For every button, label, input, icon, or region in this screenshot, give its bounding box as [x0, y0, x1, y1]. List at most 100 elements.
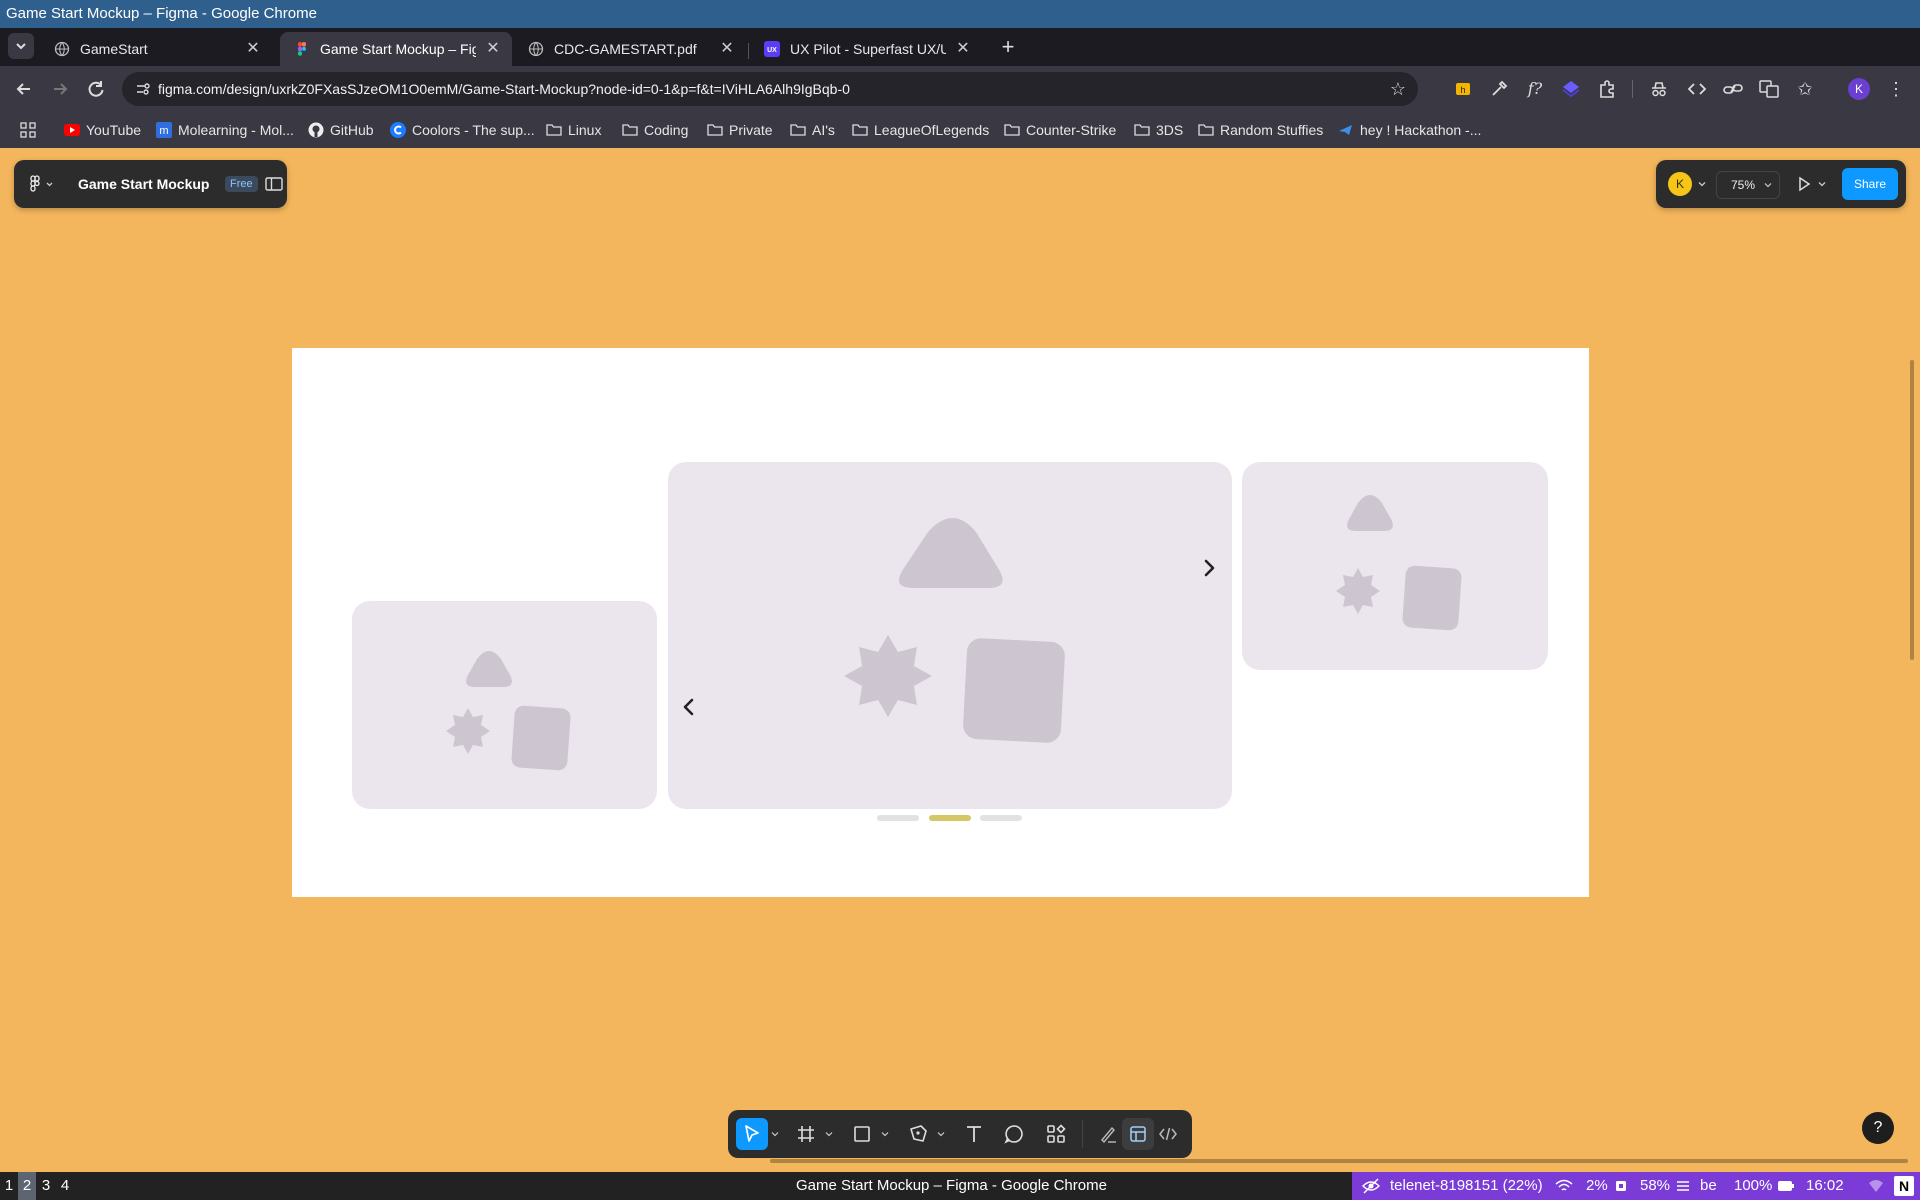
bookmark-folder-private[interactable]: Private — [707, 120, 773, 140]
address-bar[interactable]: figma.com/design/uxrkZ0FXasSJzeOM1O0emM/… — [122, 72, 1418, 106]
eyedropper-icon[interactable] — [1488, 78, 1510, 100]
extension-icon[interactable]: h — [1452, 78, 1474, 100]
browser-menu-button[interactable]: ⋮ — [1884, 77, 1908, 101]
arrow-right-icon — [54, 83, 68, 95]
bookmark-folder-ais[interactable]: AI's — [790, 120, 835, 140]
horizontal-scrollbar[interactable] — [770, 1159, 1908, 1163]
game-start-frame[interactable] — [292, 348, 1589, 897]
previous-slide-button[interactable] — [678, 696, 700, 718]
dev-mode-button[interactable] — [1152, 1118, 1184, 1150]
chevron-down-icon[interactable] — [824, 1129, 834, 1139]
incognito-icon[interactable] — [1648, 78, 1670, 100]
close-icon[interactable]: ✕ — [244, 40, 262, 58]
close-icon[interactable]: ✕ — [954, 40, 972, 58]
forward-button[interactable] — [46, 75, 74, 103]
chevron-down-icon[interactable] — [936, 1129, 946, 1139]
bookmark-folder-random-stuffies[interactable]: Random Stuffies — [1198, 120, 1323, 140]
workspace-4[interactable]: 4 — [56, 1172, 74, 1200]
bookmark-github[interactable]: GitHub — [308, 120, 374, 140]
chevron-down-icon — [1764, 183, 1772, 188]
folder-icon — [1134, 122, 1150, 138]
tab-gamestart[interactable]: GameStart ✕ — [40, 32, 272, 66]
bookmark-folder-coding[interactable]: Coding — [622, 120, 688, 140]
user-initial: K — [1675, 177, 1684, 191]
carousel-dot[interactable] — [980, 815, 1022, 821]
font-icon[interactable]: f? — [1524, 78, 1546, 100]
tab-strip: GameStart ✕ Game Start Mockup – Figma ✕ … — [0, 28, 1920, 66]
bookmark-folder-3ds[interactable]: 3DS — [1134, 120, 1183, 140]
bookmark-folder-linux[interactable]: Linux — [546, 120, 601, 140]
folder-icon — [790, 122, 806, 138]
move-tool-button[interactable] — [736, 1118, 768, 1150]
chevron-down-icon[interactable] — [880, 1129, 890, 1139]
window-title-bar: Game Start Mockup – Figma - Google Chrom… — [0, 0, 1920, 28]
keyboard-layout[interactable]: be — [1700, 1172, 1717, 1200]
network-status[interactable]: telenet-8198151 (22%) — [1390, 1172, 1543, 1200]
tab-pdf[interactable]: CDC-GAMESTART.pdf ✕ — [514, 32, 746, 66]
view-controls-panel: K 75% Share — [1656, 160, 1906, 208]
main-menu-button[interactable] — [28, 174, 56, 194]
new-tab-button[interactable]: + — [994, 34, 1022, 62]
present-button[interactable] — [1794, 174, 1814, 194]
carousel-card-current[interactable] — [668, 462, 1232, 809]
rectangle-icon — [854, 1126, 870, 1142]
file-name[interactable]: Game Start Mockup — [78, 176, 209, 192]
reload-button[interactable] — [82, 75, 110, 103]
vertical-scrollbar[interactable] — [1910, 360, 1914, 660]
pen-tool-button[interactable] — [902, 1118, 934, 1150]
zoom-dropdown[interactable]: 75% — [1716, 171, 1780, 199]
shape-tool-button[interactable] — [846, 1118, 878, 1150]
design-mode-button[interactable] — [1122, 1118, 1154, 1150]
bookmark-label: GitHub — [330, 122, 374, 138]
comment-tool-button[interactable] — [998, 1118, 1030, 1150]
bookmark-folder-counter-strike[interactable]: Counter-Strike — [1004, 120, 1116, 140]
workspace-2[interactable]: 2 — [18, 1172, 36, 1200]
text-tool-button[interactable] — [958, 1118, 990, 1150]
bookmark-youtube[interactable]: YouTube — [64, 120, 141, 140]
github-icon — [308, 122, 324, 138]
image-placeholder-icon — [844, 518, 1065, 743]
apps-button[interactable] — [20, 120, 36, 140]
frame-icon — [798, 1126, 814, 1142]
star-extension-icon[interactable]: ✩ — [1794, 78, 1816, 100]
user-avatar[interactable]: K — [1668, 172, 1692, 196]
bookmark-hackathon[interactable]: hey ! Hackathon -... — [1338, 120, 1481, 140]
chevron-down-icon[interactable] — [770, 1129, 780, 1139]
share-button[interactable]: Share — [1842, 168, 1898, 200]
extensions-puzzle-icon[interactable] — [1596, 78, 1618, 100]
eye-off-icon[interactable] — [1362, 1178, 1380, 1194]
carousel-dot-active[interactable] — [929, 815, 971, 821]
carousel-card-next[interactable] — [1242, 462, 1548, 670]
workspace-1[interactable]: 1 — [0, 1172, 18, 1200]
carousel-dot[interactable] — [877, 815, 919, 821]
chevron-down-icon[interactable] — [1696, 178, 1708, 190]
link-icon[interactable] — [1722, 78, 1744, 100]
url-text: figma.com/design/uxrkZ0FXasSJzeOM1O0emM/… — [158, 81, 850, 97]
workspace-3[interactable]: 3 — [37, 1172, 55, 1200]
help-button[interactable]: ? — [1862, 1112, 1894, 1144]
translate-icon[interactable] — [1758, 78, 1780, 100]
figma-icon — [298, 42, 306, 56]
toggle-sidebar-button[interactable] — [264, 174, 284, 194]
tab-figma[interactable]: Game Start Mockup – Figma ✕ — [280, 32, 512, 66]
carousel-card-previous[interactable] — [352, 601, 657, 809]
draw-mode-button[interactable] — [1092, 1118, 1124, 1150]
bookmark-coolors[interactable]: Coolors - The sup... — [390, 120, 535, 140]
layers-extension-icon[interactable] — [1560, 78, 1582, 100]
resources-button[interactable] — [1040, 1118, 1072, 1150]
image-placeholder-icon — [446, 651, 571, 771]
bookmark-molearning[interactable]: m Molearning - Mol... — [156, 120, 294, 140]
bookmark-star-icon[interactable]: ☆ — [1390, 79, 1406, 100]
frame-tool-button[interactable] — [790, 1118, 822, 1150]
chevron-down-icon[interactable] — [1816, 178, 1828, 190]
tab-ux-pilot[interactable]: UX UX Pilot - Superfast UX/UI Design ✕ — [750, 32, 982, 66]
bookmark-folder-leagueoflegends[interactable]: LeagueOfLegends — [852, 120, 989, 140]
close-icon[interactable]: ✕ — [484, 40, 502, 58]
back-button[interactable] — [10, 75, 38, 103]
profile-avatar[interactable]: K — [1848, 78, 1870, 100]
next-slide-button[interactable] — [1198, 557, 1220, 579]
close-icon[interactable]: ✕ — [718, 40, 736, 58]
code-icon[interactable] — [1686, 78, 1708, 100]
tab-search-button[interactable] — [8, 33, 34, 59]
notion-icon[interactable]: N — [1894, 1176, 1914, 1196]
